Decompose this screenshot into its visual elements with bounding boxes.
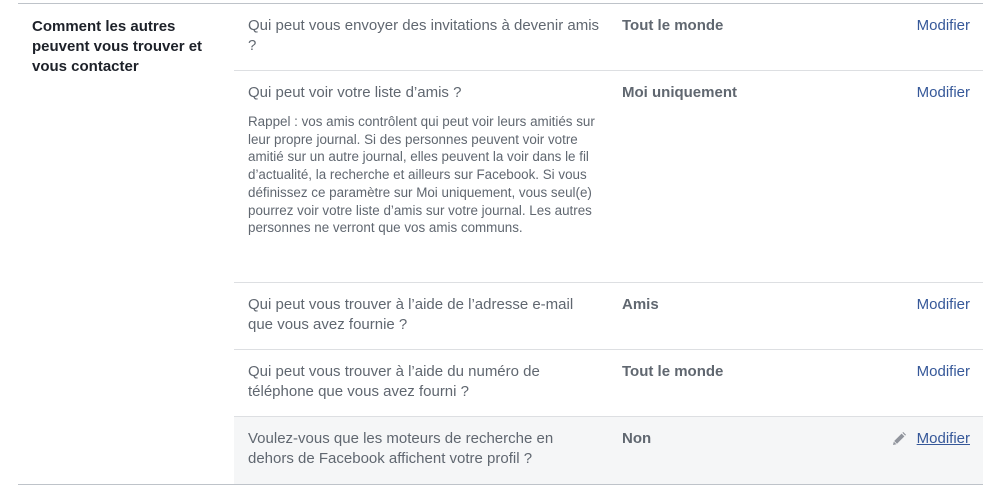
bottom-divider bbox=[18, 484, 983, 485]
edit-link[interactable]: Modifier bbox=[917, 83, 970, 103]
setting-row-phone-lookup: Qui peut vous trouver à l’aide du numéro… bbox=[234, 350, 983, 417]
setting-note: Rappel : vos amis contrôlent qui peut vo… bbox=[248, 114, 595, 236]
edit-button[interactable]: Modifier bbox=[917, 295, 970, 315]
edit-button[interactable]: Modifier bbox=[917, 83, 970, 103]
edit-button[interactable]: Modifier bbox=[917, 16, 970, 36]
setting-value: Non bbox=[622, 430, 652, 447]
setting-value: Moi uniquement bbox=[622, 84, 737, 101]
settings-list: Qui peut vous envoyer des invitations à … bbox=[234, 4, 983, 484]
setting-row-friend-requests: Qui peut vous envoyer des invitations à … bbox=[234, 4, 983, 71]
setting-value: Amis bbox=[622, 296, 659, 313]
edit-button[interactable]: Modifier bbox=[892, 429, 970, 449]
setting-question: Qui peut vous envoyer des invitations à … bbox=[248, 17, 600, 54]
setting-value: Tout le monde bbox=[622, 363, 724, 380]
edit-link[interactable]: Modifier bbox=[917, 429, 970, 449]
pencil-icon[interactable] bbox=[892, 432, 906, 446]
section-title: Comment les autres peuvent vous trouver … bbox=[32, 18, 203, 75]
edit-link[interactable]: Modifier bbox=[917, 16, 970, 36]
setting-row-email-lookup: Qui peut vous trouver à l’aide de l’adre… bbox=[234, 283, 983, 350]
setting-question: Voulez-vous que les moteurs de recherche… bbox=[248, 430, 554, 467]
setting-value: Tout le monde bbox=[622, 17, 724, 34]
setting-question: Qui peut vous trouver à l’aide de l’adre… bbox=[248, 296, 574, 333]
edit-button[interactable]: Modifier bbox=[917, 362, 970, 382]
edit-link[interactable]: Modifier bbox=[917, 295, 970, 315]
setting-question: Qui peut vous trouver à l’aide du numéro… bbox=[248, 363, 540, 400]
setting-question: Qui peut voir votre liste d’amis ? bbox=[248, 84, 462, 101]
setting-row-friends-list: Qui peut voir votre liste d’amis ? Rappe… bbox=[234, 71, 983, 283]
setting-row-search-engines: Voulez-vous que les moteurs de recherche… bbox=[234, 417, 983, 484]
edit-link[interactable]: Modifier bbox=[917, 362, 970, 382]
